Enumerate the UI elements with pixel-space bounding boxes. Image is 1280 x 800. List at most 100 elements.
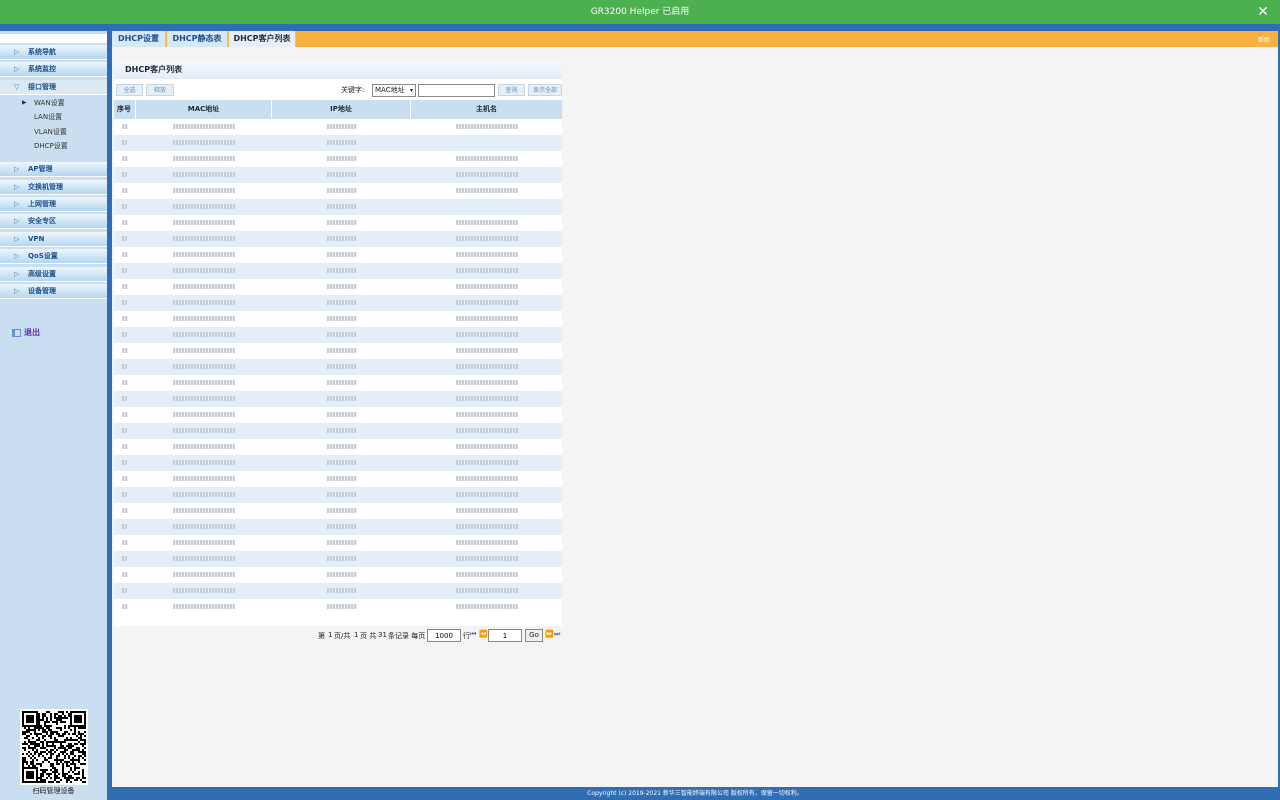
submenu-item-label: LAN设置 bbox=[34, 113, 63, 121]
table-row[interactable] bbox=[114, 519, 562, 535]
submenu-item-wan[interactable]: ▶ WAN设置 bbox=[0, 96, 107, 110]
sidebar-item-label: AP管理 bbox=[28, 165, 53, 173]
table-row[interactable] bbox=[114, 311, 562, 327]
table-row[interactable] bbox=[114, 279, 562, 295]
table-row[interactable] bbox=[114, 359, 562, 375]
cell-mac bbox=[136, 439, 272, 455]
table-row[interactable] bbox=[114, 343, 562, 359]
table-row[interactable] bbox=[114, 215, 562, 231]
column-header-hostname[interactable]: 主机名 bbox=[411, 100, 562, 119]
table-row[interactable] bbox=[114, 119, 562, 135]
table-row[interactable] bbox=[114, 151, 562, 167]
go-button[interactable]: Go bbox=[525, 629, 543, 642]
cell-index bbox=[114, 423, 136, 439]
cell-mac bbox=[136, 535, 272, 551]
table-row[interactable] bbox=[114, 247, 562, 263]
cell-index bbox=[114, 471, 136, 487]
release-button[interactable]: 释放 bbox=[146, 84, 174, 96]
table-row[interactable] bbox=[114, 183, 562, 199]
prev-page-icon[interactable]: ⏪ bbox=[479, 630, 488, 638]
column-header-ip[interactable]: IP地址 bbox=[272, 100, 411, 119]
select-all-button[interactable]: 全选 bbox=[116, 84, 143, 96]
cell-index bbox=[114, 359, 136, 375]
sidebar-item-security[interactable]: ▷ 安全专区 bbox=[0, 214, 107, 229]
table-row[interactable] bbox=[114, 471, 562, 487]
sidebar-item-system-monitor[interactable]: ▷ 系统监控 bbox=[0, 62, 107, 77]
cell-mac bbox=[136, 583, 272, 599]
table-row[interactable] bbox=[114, 583, 562, 599]
tab-dhcp-settings[interactable]: DHCP设置 bbox=[112, 31, 166, 47]
triangle-down-icon: ▽ bbox=[14, 83, 20, 91]
table-row[interactable] bbox=[114, 263, 562, 279]
tab-strip: DHCP设置 DHCP静态表 DHCP客户列表 帮助 bbox=[112, 31, 1278, 47]
sidebar-item-vpn[interactable]: ▷ VPN bbox=[0, 232, 107, 247]
table-row[interactable] bbox=[114, 135, 562, 151]
cell-mac bbox=[136, 135, 272, 151]
table-row[interactable] bbox=[114, 167, 562, 183]
cell-mac bbox=[136, 119, 272, 135]
show-all-button[interactable]: 显示全部 bbox=[528, 84, 562, 96]
table-row[interactable] bbox=[114, 535, 562, 551]
table-row[interactable] bbox=[114, 551, 562, 567]
close-icon[interactable]: ✕ bbox=[1255, 4, 1271, 20]
table-row[interactable] bbox=[114, 295, 562, 311]
last-page-icon[interactable]: ⏭ bbox=[554, 630, 560, 639]
cell-ip bbox=[272, 167, 411, 183]
table-row[interactable] bbox=[114, 503, 562, 519]
cell-hostname bbox=[411, 167, 562, 183]
table-row[interactable] bbox=[114, 199, 562, 215]
keyword-type-select[interactable]: MAC地址 ▾ bbox=[372, 84, 416, 97]
query-button[interactable]: 查询 bbox=[498, 84, 525, 96]
table-row[interactable] bbox=[114, 487, 562, 503]
table-row[interactable] bbox=[114, 455, 562, 471]
sidebar-item-system-nav[interactable]: ▷ 系统导航 bbox=[0, 45, 107, 60]
triangle-right-icon: ▷ bbox=[14, 287, 20, 295]
tab-dhcp-client-list[interactable]: DHCP客户列表 bbox=[229, 31, 296, 47]
table-row[interactable] bbox=[114, 599, 562, 615]
sidebar-item-qos[interactable]: ▷ QoS设置 bbox=[0, 249, 107, 264]
help-link[interactable]: 帮助 bbox=[1258, 35, 1270, 44]
submenu-item-vlan[interactable]: VLAN设置 bbox=[0, 125, 107, 139]
table-row[interactable] bbox=[114, 391, 562, 407]
cell-index bbox=[114, 375, 136, 391]
next-page-icon[interactable]: ⏩ bbox=[545, 630, 554, 638]
cell-mac bbox=[136, 279, 272, 295]
column-header-mac[interactable]: MAC地址 bbox=[136, 100, 272, 119]
submenu-item-label: WAN设置 bbox=[34, 99, 65, 107]
submenu-item-dhcp[interactable]: DHCP设置 bbox=[0, 139, 107, 153]
sidebar-item-device-mgmt[interactable]: ▷ 设备管理 bbox=[0, 284, 107, 299]
tab-dhcp-static[interactable]: DHCP静态表 bbox=[167, 31, 228, 47]
cell-index bbox=[114, 599, 136, 615]
sidebar-item-label: QoS设置 bbox=[28, 252, 58, 260]
table-row[interactable] bbox=[114, 327, 562, 343]
table-row[interactable] bbox=[114, 567, 562, 583]
cell-ip bbox=[272, 263, 411, 279]
submenu-item-lan[interactable]: LAN设置 bbox=[0, 110, 107, 124]
page-jump-input[interactable] bbox=[488, 629, 522, 642]
qr-caption: 扫码管理设备 bbox=[32, 787, 75, 795]
keyword-input[interactable] bbox=[418, 84, 495, 97]
cell-hostname bbox=[411, 599, 562, 615]
per-page-input[interactable] bbox=[427, 629, 461, 642]
cell-index bbox=[114, 215, 136, 231]
cell-index bbox=[114, 535, 136, 551]
table-row[interactable] bbox=[114, 439, 562, 455]
table-row[interactable] bbox=[114, 407, 562, 423]
cell-mac bbox=[136, 263, 272, 279]
sidebar-item-internet-mgmt[interactable]: ▷ 上网管理 bbox=[0, 197, 107, 212]
logout-link[interactable]: 退出 bbox=[12, 327, 40, 341]
sidebar-item-interface-mgmt[interactable]: ▽ 接口管理 bbox=[0, 80, 107, 95]
sidebar-item-ap-mgmt[interactable]: ▷ AP管理 bbox=[0, 162, 107, 177]
table-row[interactable] bbox=[114, 423, 562, 439]
table-row[interactable] bbox=[114, 375, 562, 391]
cell-ip bbox=[272, 551, 411, 567]
sidebar-item-switch-mgmt[interactable]: ▷ 交换机管理 bbox=[0, 180, 107, 195]
table-header: 序号 MAC地址 IP地址 主机名 bbox=[114, 100, 562, 119]
cell-index bbox=[114, 167, 136, 183]
first-page-icon[interactable]: ⏮ bbox=[470, 630, 476, 639]
table-row[interactable] bbox=[114, 231, 562, 247]
cell-hostname bbox=[411, 247, 562, 263]
cell-mac bbox=[136, 471, 272, 487]
chevron-down-icon: ▾ bbox=[409, 87, 413, 94]
sidebar-item-advanced[interactable]: ▷ 高级设置 bbox=[0, 267, 107, 282]
